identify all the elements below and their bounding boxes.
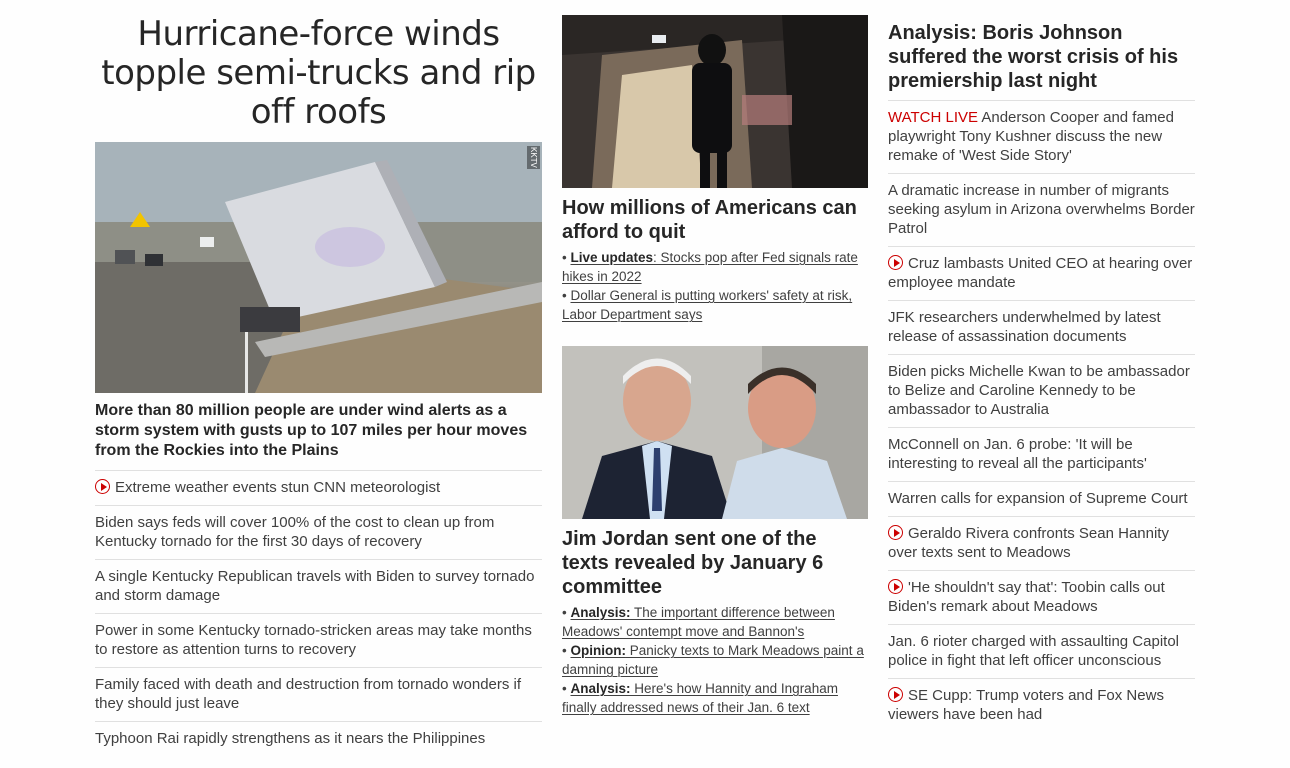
story-link[interactable]: A dramatic increase in number of migrant…: [888, 174, 1195, 247]
bullet-link[interactable]: Live updates: Stocks pop after Fed signa…: [562, 250, 858, 284]
bullet-link[interactable]: Opinion: Panicky texts to Mark Meadows p…: [562, 643, 864, 677]
bullet-item: • Opinion: Panicky texts to Mark Meadows…: [562, 643, 864, 677]
play-video-icon: [888, 255, 903, 270]
card-headline[interactable]: Jim Jordan sent one of the texts reveale…: [562, 527, 868, 599]
bullet-prefix: Opinion:: [570, 643, 626, 658]
right-headline[interactable]: Analysis: Boris Johnson suffered the wor…: [888, 15, 1195, 101]
bullet-item: • Analysis: Here's how Hannity and Ingra…: [562, 681, 838, 715]
lead-headline[interactable]: Hurricane-force winds topple semi-trucks…: [95, 15, 542, 132]
story-text: 'He shouldn't say that': Toobin calls ou…: [888, 579, 1165, 615]
station-photo: [562, 15, 868, 188]
story-link[interactable]: McConnell on Jan. 6 probe: 'It will be i…: [888, 428, 1195, 482]
lead-subhead[interactable]: More than 80 million people are under wi…: [95, 401, 542, 471]
bullet-link[interactable]: Analysis: The important difference betwe…: [562, 605, 835, 639]
watch-live-label: WATCH LIVE: [888, 109, 979, 126]
story-link[interactable]: WATCH LIVE Anderson Cooper and famed pla…: [888, 101, 1195, 174]
lead-image[interactable]: KKTV: [95, 142, 542, 393]
story-text: Geraldo Rivera confronts Sean Hannity ov…: [888, 525, 1169, 561]
card-image[interactable]: [562, 346, 868, 519]
play-video-icon: [888, 525, 903, 540]
story-text: Family faced with death and destruction …: [95, 676, 522, 712]
bullet-item: • Analysis: The important difference bet…: [562, 605, 835, 639]
bullet-prefix: Analysis:: [570, 605, 631, 620]
story-card-jordan: Jim Jordan sent one of the texts reveale…: [562, 346, 868, 717]
bullet-link[interactable]: Analysis: Here's how Hannity and Ingraha…: [562, 681, 838, 715]
story-link[interactable]: Extreme weather events stun CNN meteorol…: [95, 471, 542, 506]
card-image[interactable]: [562, 15, 868, 188]
bullet-prefix: Live updates: [570, 250, 654, 265]
story-link[interactable]: 'He shouldn't say that': Toobin calls ou…: [888, 571, 1195, 625]
card-bullets: • Analysis: The important difference bet…: [562, 603, 868, 717]
play-video-icon: [95, 479, 110, 494]
right-story-list: WATCH LIVE Anderson Cooper and famed pla…: [888, 101, 1195, 732]
right-column: Analysis: Boris Johnson suffered the wor…: [888, 15, 1195, 732]
bullet-prefix: Analysis:: [570, 681, 631, 696]
story-link[interactable]: Typhoon Rai rapidly strengthens as it ne…: [95, 722, 542, 756]
story-text: JFK researchers underwhelmed by latest r…: [888, 309, 1161, 345]
story-link[interactable]: Biden picks Michelle Kwan to be ambassad…: [888, 355, 1195, 428]
story-text: Biden picks Michelle Kwan to be ambassad…: [888, 363, 1190, 418]
story-link[interactable]: Cruz lambasts United CEO at hearing over…: [888, 247, 1195, 301]
lead-column: Hurricane-force winds topple semi-trucks…: [95, 15, 542, 756]
story-text: A dramatic increase in number of migrant…: [888, 182, 1195, 237]
story-text: A single Kentucky Republican travels wit…: [95, 568, 535, 604]
story-link[interactable]: Warren calls for expansion of Supreme Co…: [888, 482, 1195, 517]
bullet-link[interactable]: Dollar General is putting workers' safet…: [562, 288, 852, 322]
bullet-text: Dollar General is putting workers' safet…: [562, 288, 853, 322]
story-text: McConnell on Jan. 6 probe: 'It will be i…: [888, 436, 1147, 472]
story-text: Typhoon Rai rapidly strengthens as it ne…: [95, 730, 486, 747]
truck-photo: [95, 142, 542, 393]
story-card-quit: How millions of Americans can afford to …: [562, 15, 868, 324]
story-link[interactable]: JFK researchers underwhelmed by latest r…: [888, 301, 1195, 355]
bullet-item: • Dollar General is putting workers' saf…: [562, 288, 853, 322]
story-link[interactable]: Family faced with death and destruction …: [95, 668, 542, 722]
story-text: Jan. 6 rioter charged with assaulting Ca…: [888, 633, 1179, 669]
story-text: Cruz lambasts United CEO at hearing over…: [888, 255, 1193, 291]
card-headline[interactable]: How millions of Americans can afford to …: [562, 196, 868, 244]
story-text: SE Cupp: Trump voters and Fox News viewe…: [888, 687, 1164, 723]
lead-story-list: Extreme weather events stun CNN meteorol…: [95, 471, 542, 756]
story-link[interactable]: Geraldo Rivera confronts Sean Hannity ov…: [888, 517, 1195, 571]
meadows-jordan-photo: [562, 346, 868, 519]
story-link[interactable]: A single Kentucky Republican travels wit…: [95, 560, 542, 614]
play-video-icon: [888, 687, 903, 702]
story-text: Extreme weather events stun CNN meteorol…: [115, 479, 441, 496]
story-link[interactable]: SE Cupp: Trump voters and Fox News viewe…: [888, 679, 1195, 732]
story-link[interactable]: Power in some Kentucky tornado-stricken …: [95, 614, 542, 668]
story-text: Power in some Kentucky tornado-stricken …: [95, 622, 532, 658]
play-video-icon: [888, 579, 903, 594]
image-watermark: KKTV: [527, 146, 540, 169]
card-bullets: • Live updates: Stocks pop after Fed sig…: [562, 248, 868, 324]
story-text: Warren calls for expansion of Supreme Co…: [888, 490, 1188, 507]
middle-column: How millions of Americans can afford to …: [562, 15, 868, 717]
bullet-item: • Live updates: Stocks pop after Fed sig…: [562, 250, 858, 284]
story-text: Biden says feds will cover 100% of the c…: [95, 514, 495, 550]
story-link[interactable]: Biden says feds will cover 100% of the c…: [95, 506, 542, 560]
story-link[interactable]: Jan. 6 rioter charged with assaulting Ca…: [888, 625, 1195, 679]
